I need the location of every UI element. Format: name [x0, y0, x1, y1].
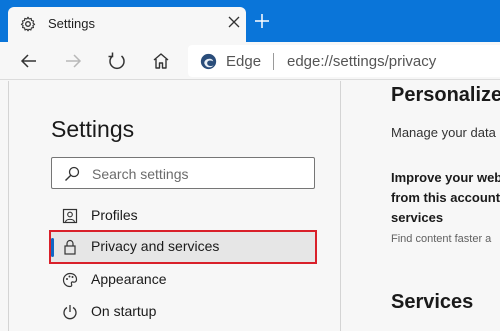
lock-icon	[64, 239, 76, 255]
refresh-icon[interactable]	[107, 51, 127, 71]
address-separator	[273, 53, 274, 70]
setting-title-line: services	[391, 210, 444, 225]
sidebar-item-appearance[interactable]: Appearance	[51, 265, 315, 295]
sidebar-item-label: On startup	[91, 303, 157, 319]
settings-content: Settings Profiles Privacy and services	[0, 81, 500, 331]
left-border	[8, 81, 9, 331]
tab-settings[interactable]: Settings	[8, 7, 246, 43]
pane-divider	[340, 81, 341, 331]
tab-strip: Settings	[0, 0, 500, 43]
new-tab-icon[interactable]	[254, 13, 270, 29]
search-input[interactable]	[92, 164, 302, 184]
profile-icon	[62, 208, 78, 224]
active-indicator	[51, 238, 54, 257]
forward-icon[interactable]	[63, 51, 83, 71]
search-box[interactable]	[51, 157, 315, 189]
address-bar[interactable]: Edge edge://settings/privacy	[188, 45, 500, 77]
address-url[interactable]: edge://settings/privacy	[287, 53, 436, 70]
section-description: Manage your data	[391, 125, 496, 140]
search-icon	[65, 166, 80, 181]
section-title: Personalize y	[391, 84, 500, 106]
sidebar-item-label: Profiles	[91, 207, 138, 223]
power-icon	[63, 305, 77, 320]
setting-description: Find content faster a	[391, 233, 492, 245]
appearance-icon	[62, 272, 78, 288]
gear-icon	[20, 16, 36, 32]
sidebar-title: Settings	[51, 116, 135, 142]
back-icon[interactable]	[19, 51, 39, 71]
tab-title: Settings	[48, 16, 95, 31]
home-icon[interactable]	[151, 51, 171, 71]
setting-title-line: Improve your web	[391, 170, 500, 185]
close-icon[interactable]	[227, 15, 241, 29]
sidebar-item-on-startup[interactable]: On startup	[51, 297, 315, 327]
edge-logo-icon	[200, 53, 217, 70]
address-site-label: Edge	[226, 53, 262, 70]
sidebar-item-label: Privacy and services	[91, 238, 220, 254]
sidebar-item-privacy[interactable]: Privacy and services	[49, 230, 317, 264]
browser-toolbar: Edge edge://settings/privacy	[0, 42, 500, 80]
sidebar-item-label: Appearance	[91, 271, 167, 287]
setting-title: Improve your web from this account servi…	[391, 168, 500, 228]
setting-title-line: from this account	[391, 190, 500, 205]
services-heading: Services	[391, 291, 474, 313]
sidebar-item-profiles[interactable]: Profiles	[51, 201, 315, 231]
